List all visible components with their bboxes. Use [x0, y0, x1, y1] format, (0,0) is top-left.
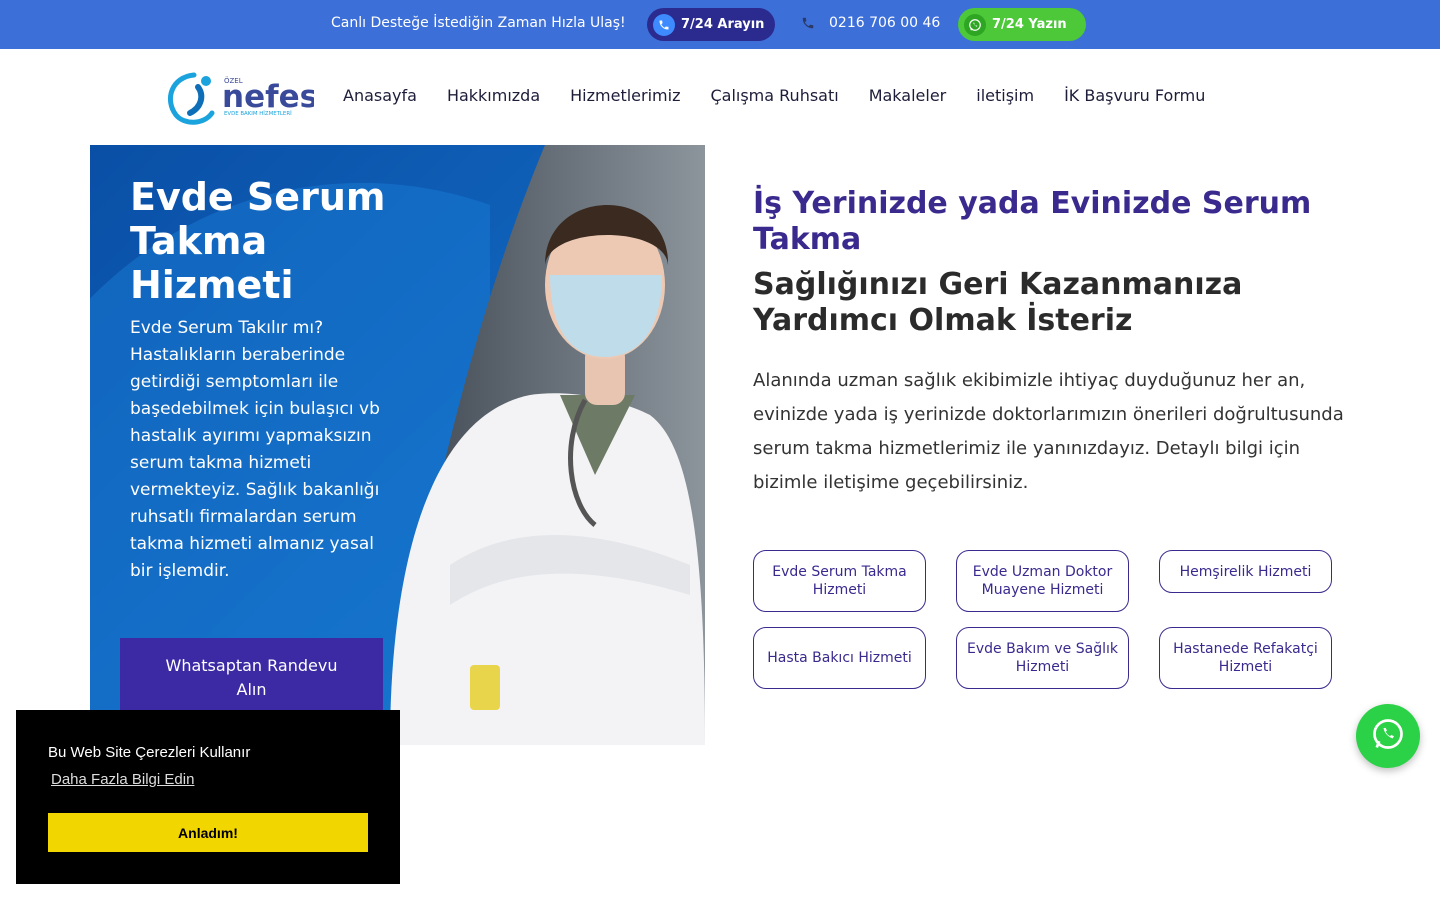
whatsapp-button-label: 7/24 Yazın: [992, 17, 1067, 32]
hero-banner: Evde Serum Takma Hizmeti Evde Serum Takı…: [90, 145, 705, 745]
call-button-label: 7/24 Arayın: [681, 17, 765, 32]
service-button-doctor[interactable]: Evde Uzman Doktor Muayene Hizmeti: [956, 550, 1129, 612]
main-nav: Anasayfa Hakkımızda Hizmetlerimiz Çalışm…: [343, 86, 1205, 105]
phone-number-link[interactable]: 0216 706 00 46: [801, 15, 940, 31]
hero-title: Evde Serum Takma Hizmeti: [130, 175, 386, 307]
nav-item-home[interactable]: Anasayfa: [343, 86, 417, 105]
cookie-accept-button[interactable]: Anladım!: [48, 813, 368, 852]
whatsapp-icon: [1370, 716, 1406, 756]
support-message: Canlı Desteğe İstediğin Zaman Hızla Ulaş…: [331, 15, 626, 31]
cookie-text: Bu Web Site Çerezleri Kullanır: [48, 744, 251, 761]
whatsapp-icon: [964, 13, 986, 36]
service-button-nursing[interactable]: Hemşirelik Hizmeti: [1159, 550, 1332, 593]
hero-text: Evde Serum Takılır mı? Hastalıkların ber…: [130, 318, 380, 581]
whatsapp-appointment-button[interactable]: Whatsaptan Randevu Alın: [120, 638, 383, 718]
section-subheading: Sağlığınızı Geri Kazanmanıza Yardımcı Ol…: [753, 267, 1243, 338]
site-logo[interactable]: ÖZEL nefes EVDE BAKIM HİZMETLERİ: [164, 69, 314, 127]
nav-item-hr-form[interactable]: İK Başvuru Formu: [1064, 86, 1205, 105]
cookie-banner: Bu Web Site Çerezleri Kullanır Daha Fazl…: [16, 710, 400, 884]
nav-item-services[interactable]: Hizmetlerimiz: [570, 86, 680, 105]
nav-item-about[interactable]: Hakkımızda: [447, 86, 540, 105]
phone-icon: [653, 13, 675, 36]
nav-item-license[interactable]: Çalışma Ruhsatı: [710, 86, 838, 105]
service-button-caregiver[interactable]: Hasta Bakıcı Hizmeti: [753, 627, 926, 689]
cookie-more-info-link[interactable]: Daha Fazla Bilgi Edin: [51, 771, 194, 788]
section-description: Alanında uzman sağlık ekibimizle ihtiyaç…: [753, 370, 1344, 493]
phone-number: 0216 706 00 46: [829, 15, 941, 31]
service-button-home-care[interactable]: Evde Bakım ve Sağlık Hizmeti: [956, 627, 1129, 689]
nav-item-contact[interactable]: iletişim: [976, 86, 1034, 105]
top-bar: Canlı Desteğe İstediğin Zaman Hızla Ulaş…: [0, 0, 1440, 49]
logo-tagline: EVDE BAKIM HİZMETLERİ: [224, 110, 292, 117]
nav-item-articles[interactable]: Makaleler: [869, 86, 947, 105]
service-button-serum[interactable]: Evde Serum Takma Hizmeti: [753, 550, 926, 612]
service-button-hospital-companion[interactable]: Hastanede Refakatçi Hizmeti: [1159, 627, 1332, 689]
call-button[interactable]: 7/24 Arayın: [647, 8, 775, 41]
section-heading: İş Yerinizde yada Evinizde Serum Takma: [753, 186, 1312, 257]
logo-name: nefes: [222, 79, 314, 115]
phone-icon: [801, 16, 815, 30]
whatsapp-button[interactable]: 7/24 Yazın: [958, 8, 1086, 41]
whatsapp-float-button[interactable]: [1356, 704, 1420, 768]
